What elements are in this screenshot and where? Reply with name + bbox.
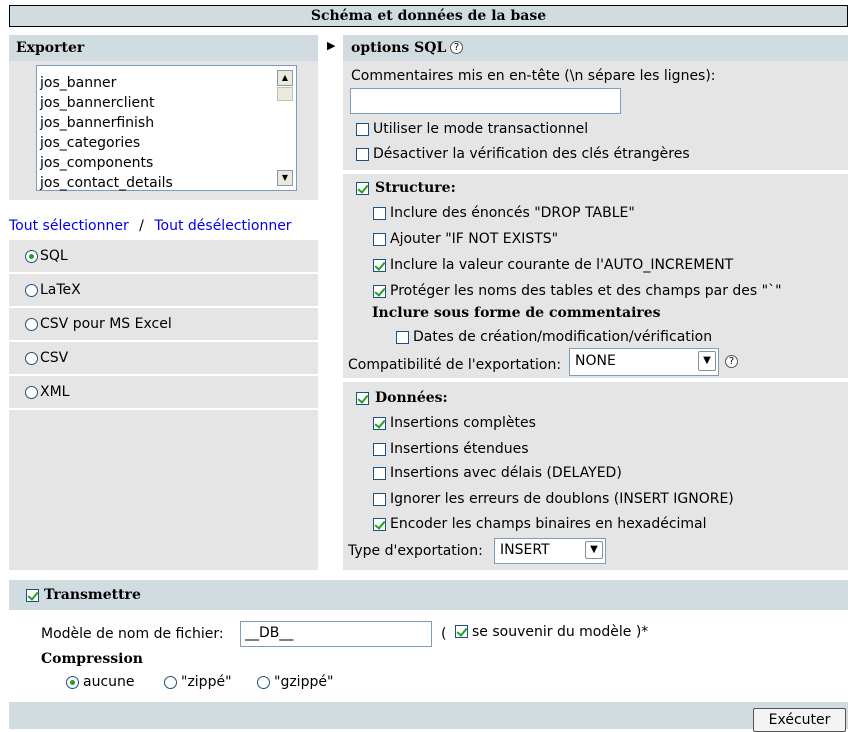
radio-sql[interactable] [25,250,38,263]
transactional-label: Utiliser le mode transactionnel [373,121,589,137]
open-paren: ( [441,626,447,642]
execute-button[interactable]: Exécuter [753,708,846,732]
if-not-exists-checkbox[interactable] [373,233,386,246]
complete-inserts-label: Insertions complètes [390,415,536,431]
scroll-thumb[interactable] [277,87,293,101]
ignore-dupes-label: Ignorer les erreurs de doublons (INSERT … [390,491,734,507]
disable-fk-label: Désactiver la vérification des clés étra… [373,146,690,162]
auto-increment-checkbox[interactable] [373,259,386,272]
compat-value: NONE [575,353,616,369]
format-row-sql[interactable]: SQL [9,240,318,272]
left-panel-filler [9,410,318,570]
list-item[interactable]: jos_bannerfinish [40,113,154,133]
complete-inserts-checkbox[interactable] [373,417,386,430]
transmit-label: Transmettre [44,587,141,603]
data-checkbox[interactable] [356,392,369,405]
structure-label: Structure: [375,180,456,196]
structure-checkbox[interactable] [356,182,369,195]
radio-xml[interactable] [25,386,38,399]
hex-binary-checkbox[interactable] [373,518,386,531]
triangle-right-icon: ▶ [327,39,336,52]
delayed-inserts-checkbox[interactable] [373,467,386,480]
scroll-down-icon[interactable]: ▼ [277,170,293,186]
format-row-csv[interactable]: CSV [9,342,318,374]
radio-compression-zip[interactable] [164,676,177,689]
list-item[interactable]: jos_banner [40,73,116,93]
drop-table-label: Inclure des énoncés "DROP TABLE" [390,205,635,221]
radio-latex[interactable] [25,284,38,297]
format-label: CSV pour MS Excel [40,316,172,332]
help-icon[interactable]: ? [450,41,463,54]
export-type-select[interactable]: INSERT ▼ [494,538,606,564]
transactional-checkbox[interactable] [356,123,369,136]
ignore-dupes-checkbox[interactable] [373,493,386,506]
table-listbox[interactable]: jos_banner jos_bannerclient jos_bannerfi… [36,65,297,191]
radio-csv[interactable] [25,352,38,365]
protect-names-checkbox[interactable] [373,285,386,298]
radio-compression-none[interactable] [66,676,79,689]
format-row-csv-excel[interactable]: CSV pour MS Excel [9,308,318,340]
list-item[interactable]: jos_contact_details [40,173,173,193]
compat-label: Compatibilité de l'exportation: [348,357,562,373]
format-row-xml[interactable]: XML [9,376,318,408]
as-comments-heading: Inclure sous forme de commentaires [372,305,661,321]
scroll-up-icon[interactable]: ▲ [277,70,293,86]
list-item[interactable]: jos_categories [40,133,140,153]
filename-input[interactable]: __DB__ [240,621,432,647]
format-label: LaTeX [40,282,81,298]
disable-fk-checkbox[interactable] [356,148,369,161]
if-not-exists-label: Ajouter "IF NOT EXISTS" [390,231,559,247]
auto-increment-label: Inclure la valeur courante de l'AUTO_INC… [390,257,734,273]
remember-template-label: se souvenir du modèle )* [472,624,649,640]
format-label: XML [40,384,70,400]
format-label: CSV [40,350,69,366]
listbox-scrollbar[interactable]: ▲ ▼ [276,70,294,186]
data-label: Données: [375,390,448,406]
compression-option: "zippé" [181,674,232,690]
protect-names-label: Protéger les noms des tables et des cham… [390,283,782,299]
dates-checkbox[interactable] [396,331,409,344]
compression-label: Compression [41,651,143,667]
page-title: Schéma et données de la base [9,5,848,27]
select-all-link[interactable]: Tout sélectionner [9,218,129,234]
options-header: options SQL [351,40,447,56]
hex-binary-label: Encoder les champs binaires en hexadécim… [390,516,707,532]
filename-label: Modèle de nom de fichier: [41,626,224,642]
radio-compression-gzip[interactable] [257,676,270,689]
extended-inserts-checkbox[interactable] [373,443,386,456]
extended-inserts-label: Insertions étendues [390,441,529,457]
delayed-inserts-label: Insertions avec délais (DELAYED) [390,465,622,481]
remember-template-checkbox[interactable] [455,625,468,638]
select-links: Tout sélectionner / Tout désélectionner [9,218,292,234]
footer-bar [9,702,848,729]
drop-table-checkbox[interactable] [373,207,386,220]
comments-label: Commentaires mis en en-tête (\n sépare l… [351,68,716,84]
list-item[interactable]: jos_components [40,153,153,173]
export-header: Exporter [16,40,85,56]
dates-label: Dates de création/modification/vérificat… [413,329,713,345]
radio-csv-excel[interactable] [25,318,38,331]
chevron-down-icon[interactable]: ▼ [585,541,603,559]
format-label: SQL [40,248,68,264]
export-type-value: INSERT [500,542,550,558]
list-item[interactable]: jos_bannerclient [40,93,154,113]
link-separator: / [139,218,144,234]
format-row-latex[interactable]: LaTeX [9,274,318,306]
compression-option: aucune [83,674,135,690]
export-type-label: Type d'exportation: [348,543,483,559]
compat-select[interactable]: NONE ▼ [569,348,719,376]
compression-option: "gzippé" [274,674,334,690]
chevron-down-icon[interactable]: ▼ [698,351,716,371]
transmit-checkbox[interactable] [26,589,39,602]
comments-input[interactable] [350,88,621,114]
deselect-all-link[interactable]: Tout désélectionner [154,218,291,234]
help-icon[interactable]: ? [725,355,738,368]
